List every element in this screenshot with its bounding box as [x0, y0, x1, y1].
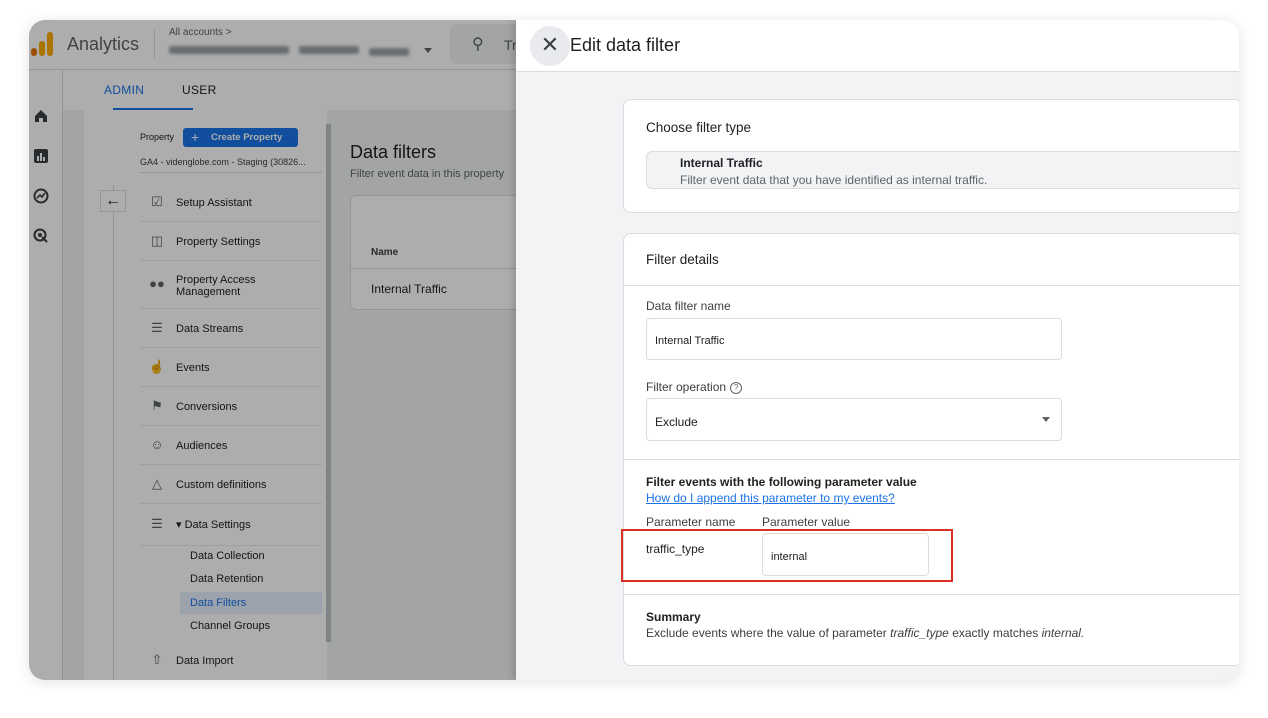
- filter-details-card: Filter details Data filter name Internal…: [621, 233, 1239, 666]
- param-name-header: Parameter name: [646, 515, 736, 529]
- drawer-header: ✕ Edit data filter: [516, 20, 1239, 72]
- filter-operation-label: Filter operation?: [646, 380, 743, 394]
- highlight-box: [621, 529, 953, 582]
- filter-operation-select[interactable]: Exclude: [646, 398, 1062, 441]
- overlay-scrim[interactable]: [29, 20, 516, 680]
- close-icon[interactable]: ✕: [530, 26, 570, 66]
- edit-filter-drawer: ✕ Edit data filter Choose filter type In…: [516, 20, 1239, 680]
- param-section-title: Filter events with the following paramet…: [646, 475, 917, 489]
- summary-title: Summary: [646, 610, 701, 624]
- help-icon[interactable]: ?: [730, 382, 743, 394]
- chevron-down-icon: [1042, 417, 1050, 422]
- summary-text: Exclude events where the value of parame…: [646, 626, 1085, 640]
- filter-type-option[interactable]: Internal Traffic Filter event data that …: [646, 151, 1239, 189]
- param-help-link[interactable]: How do I append this parameter to my eve…: [646, 491, 895, 505]
- data-filter-name-label: Data filter name: [646, 299, 731, 313]
- filter-type-card: Choose filter type Internal Traffic Filt…: [623, 99, 1239, 213]
- param-value-header: Parameter value: [762, 515, 851, 529]
- app-window: Analytics All accounts > ⚲ Tr ADMIN USER…: [29, 20, 1239, 680]
- data-filter-name-input[interactable]: Internal Traffic: [646, 318, 1062, 360]
- filter-details-title: Filter details: [646, 252, 719, 267]
- filter-type-title: Choose filter type: [646, 120, 752, 135]
- drawer-title: Edit data filter: [570, 35, 681, 55]
